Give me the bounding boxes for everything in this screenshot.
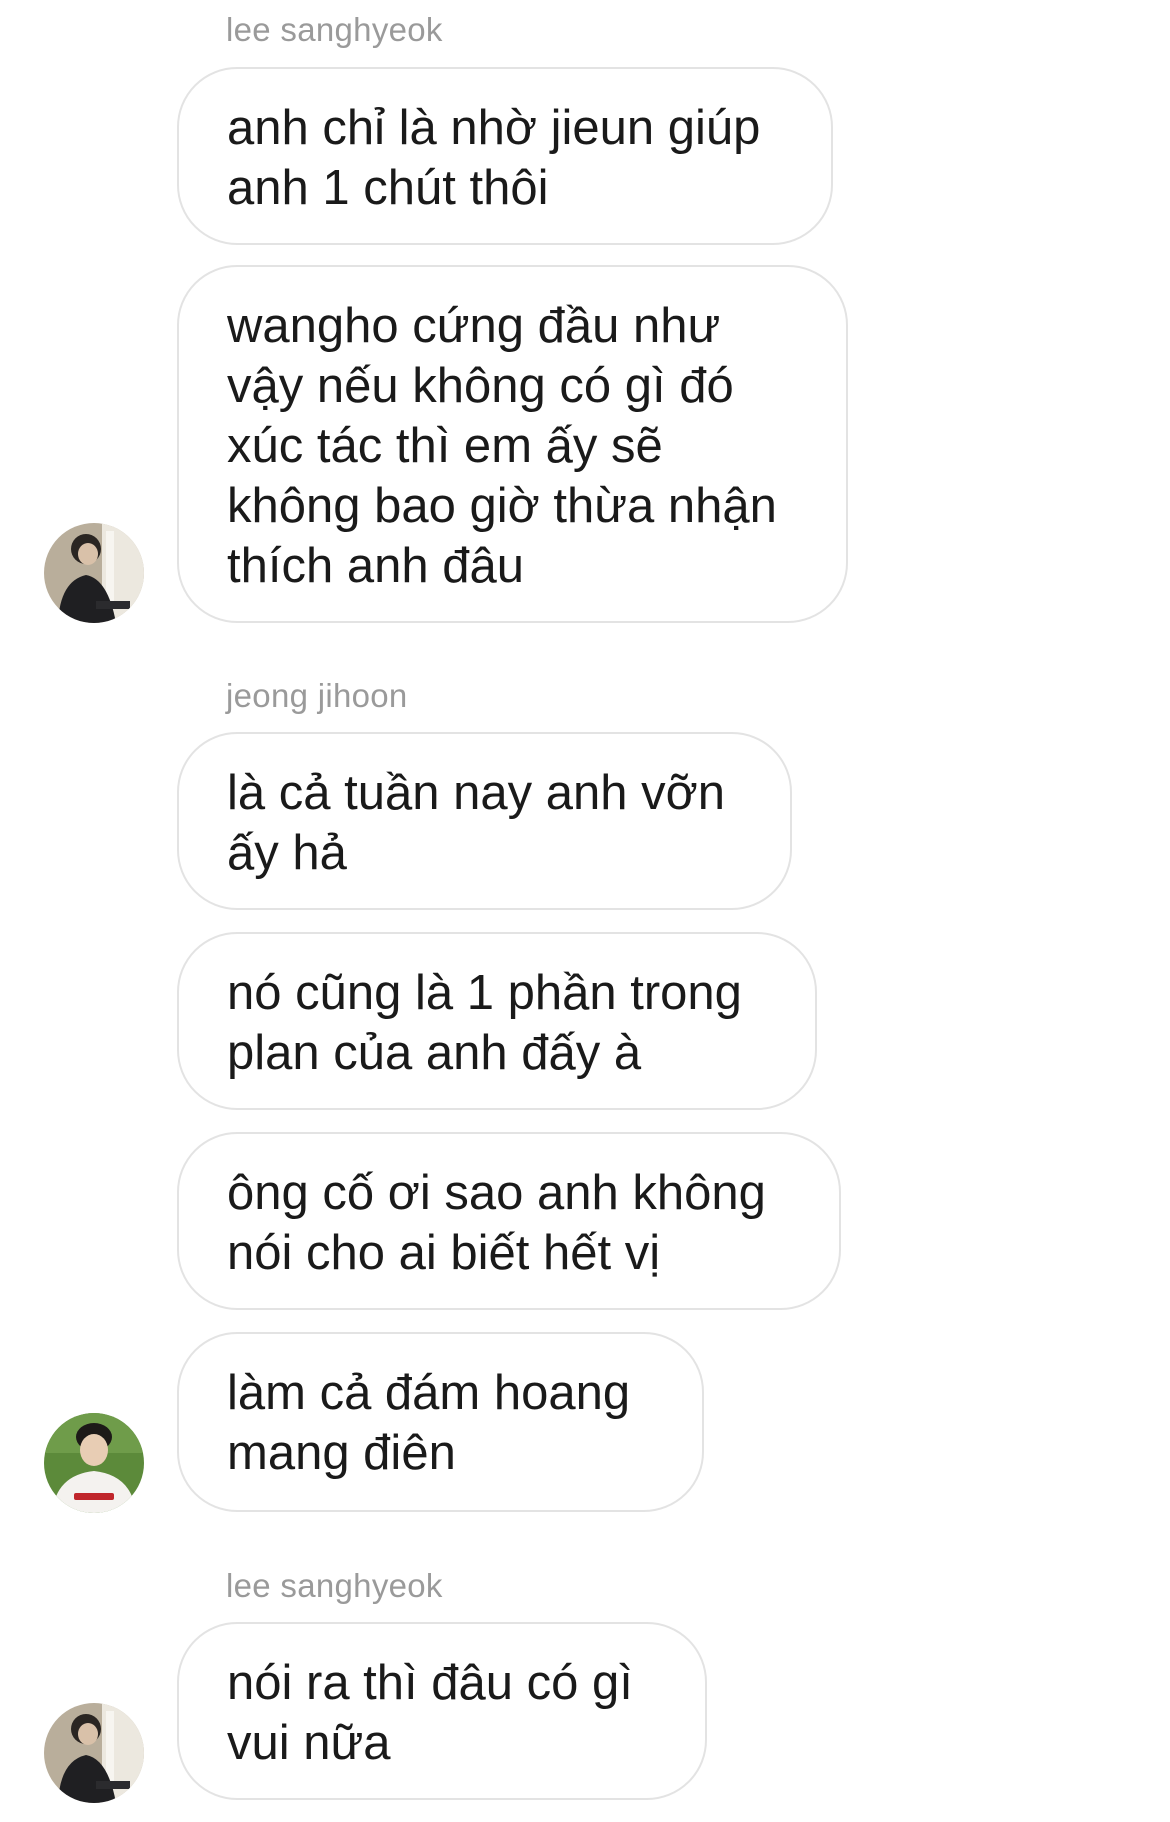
avatar[interactable] <box>44 1413 144 1513</box>
message-bubble[interactable]: wangho cứng đầu như vậy nếu không có gì … <box>177 265 848 623</box>
sender-name: jeong jihoon <box>226 677 408 714</box>
profile-avatar-icon <box>44 1413 144 1513</box>
message-bubble[interactable]: anh chỉ là nhờ jieun giúp anh 1 chút thô… <box>177 67 833 245</box>
message-bubble[interactable]: ông cố ơi sao anh không nói cho ai biết … <box>177 1132 841 1310</box>
profile-avatar-icon <box>44 1703 144 1803</box>
sender-name: lee sanghyeok <box>226 1567 443 1604</box>
message-bubble[interactable]: nó cũng là 1 phần trong plan của anh đấy… <box>177 932 817 1110</box>
sender-name: lee sanghyeok <box>226 11 443 48</box>
avatar[interactable] <box>44 523 144 623</box>
message-bubble[interactable]: làm cả đám hoang mang điên <box>177 1332 704 1512</box>
profile-avatar-icon <box>44 523 144 623</box>
message-bubble[interactable]: là cả tuần nay anh vỡn ấy hả <box>177 732 792 910</box>
avatar[interactable] <box>44 1703 144 1803</box>
message-bubble[interactable]: nói ra thì đâu có gì vui nữa <box>177 1622 707 1800</box>
